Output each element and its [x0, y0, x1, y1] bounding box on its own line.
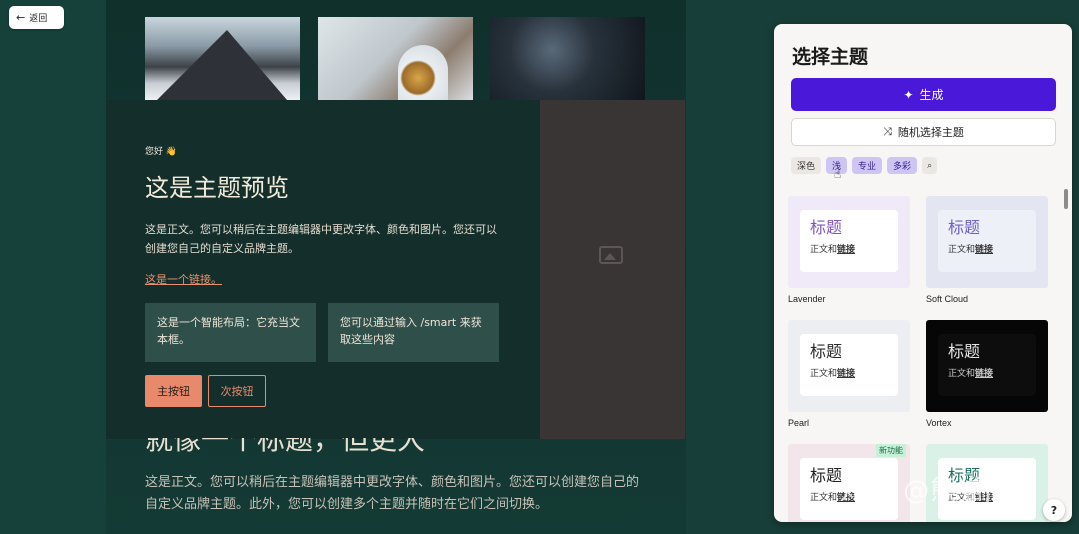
theme-thumb: 标题 正文和链接 [926, 196, 1048, 288]
back-button[interactable]: ← 返回 [9, 6, 64, 29]
theme-name: Pearl [788, 418, 810, 428]
theme-sample: 标题 正文和链接 [938, 210, 1036, 272]
theme-sample-heading: 标题 [810, 218, 843, 237]
theme-card-3[interactable]: 标题 正文和链接 Vortex [926, 320, 1048, 428]
document-body: 这是正文。您可以稍后在主题编辑器中更改字体、颜色和图片。您还可以创建您自己的自定… [145, 475, 640, 512]
theme-sample-body-text: 正文和 [810, 493, 838, 503]
help-button[interactable]: ? [1043, 499, 1065, 521]
theme-sample-link: 链接 [837, 369, 856, 379]
big-heading-text: 就像一个标题，但更大 [145, 438, 426, 456]
generate-label: 生成 [919, 88, 944, 102]
filter-search[interactable]: ⌕ [922, 157, 938, 174]
watermark-text: 知乎 @熊猫Jay [840, 476, 1027, 506]
theme-sample-body-text: 正文和 [948, 369, 976, 379]
filter-colorful[interactable]: 多彩 [887, 157, 918, 174]
theme-name: Vortex [926, 418, 952, 428]
smart-layout-box-2: 您可以通过输入 /smart 来获取这些内容 [328, 303, 499, 362]
theme-sample: 标题 正文和链接 [800, 334, 898, 396]
mountain-shape [157, 30, 287, 100]
theme-sample-body-text: 正文和 [810, 369, 838, 379]
preview-link[interactable]: 这是一个链接。 [145, 271, 222, 287]
image-night-sky[interactable] [490, 17, 645, 100]
smart-layout-box-1: 这是一个智能布局：它充当文本框。 [145, 303, 316, 362]
theme-sample-body: 正文和链接 [948, 242, 1026, 255]
image-mountain[interactable] [145, 17, 300, 100]
search-icon: ⌕ [927, 160, 933, 171]
sparkle-icon: ✦ [903, 87, 914, 102]
random-label: 随机选择主题 [897, 126, 964, 139]
scrollbar[interactable] [1064, 189, 1068, 209]
theme-sample-link: 链接 [837, 245, 856, 255]
shuffle-icon: ⤨ [883, 125, 892, 138]
back-label: 返回 [29, 14, 48, 24]
theme-panel-title: 选择主题 [792, 46, 869, 68]
background-left [0, 0, 106, 534]
theme-card-2[interactable]: 标题 正文和链接 Pearl [788, 320, 910, 428]
arrow-left-icon: ← [16, 11, 26, 24]
image-placeholder[interactable] [540, 100, 685, 439]
filter-professional[interactable]: 专业 [852, 157, 883, 174]
preview-body: 这是正文。您可以稍后在主题编辑器中更改字体、颜色和图片。您还可以创建您自己的自定… [145, 223, 497, 255]
theme-thumb: 标题 正文和链接 [788, 196, 910, 288]
helmet-shape [398, 45, 448, 100]
theme-card-0[interactable]: 标题 正文和链接 Lavender [788, 196, 910, 304]
theme-sample-body: 正文和链接 [948, 366, 1026, 379]
image-placeholder-icon [598, 245, 623, 264]
theme-sample-body: 正文和链接 [810, 242, 888, 255]
secondary-button[interactable]: 次按钮 [208, 375, 266, 407]
preview-title: 这是主题预览 [145, 174, 289, 202]
theme-sample-body: 正文和链接 [810, 366, 888, 379]
theme-card-1[interactable]: 标题 正文和链接 Soft Cloud [926, 196, 1048, 304]
theme-picker-panel: 选择主题 ✦ 生成 ⤨ 随机选择主题 深色 浅 专业 多彩 ⌕ ☝ 标题 正文和… [774, 24, 1072, 522]
theme-name: Lavender [788, 294, 826, 304]
theme-sample-body-text: 正文和 [810, 245, 838, 255]
big-heading: 就像一个标题，但更大 [145, 438, 540, 460]
theme-sample-heading: 标题 [948, 218, 981, 237]
theme-sample-link: 链接 [975, 245, 994, 255]
generate-button[interactable]: ✦ 生成 [791, 78, 1056, 111]
theme-sample-link: 链接 [975, 369, 994, 379]
new-feature-badge: 新功能 [876, 444, 906, 457]
theme-thumb: 标题 正文和链接 [788, 320, 910, 412]
pointer-cursor-icon: ☝ [834, 167, 842, 181]
primary-button[interactable]: 主按钮 [145, 375, 202, 407]
filter-chips: 深色 浅 专业 多彩 ⌕ [791, 157, 938, 174]
random-theme-button[interactable]: ⤨ 随机选择主题 [791, 118, 1056, 146]
theme-thumb: 标题 正文和链接 [926, 320, 1048, 412]
theme-sample: 标题 正文和链接 [938, 334, 1036, 396]
image-astronaut[interactable] [318, 17, 473, 100]
theme-sample-heading: 标题 [948, 342, 981, 361]
theme-name: Soft Cloud [926, 294, 969, 304]
theme-sample-body-text: 正文和 [948, 245, 976, 255]
filter-dark[interactable]: 深色 [791, 157, 822, 174]
greeting-text: 您好 👋 [145, 147, 178, 157]
theme-sample-heading: 标题 [810, 342, 843, 361]
theme-sample: 标题 正文和链接 [800, 210, 898, 272]
